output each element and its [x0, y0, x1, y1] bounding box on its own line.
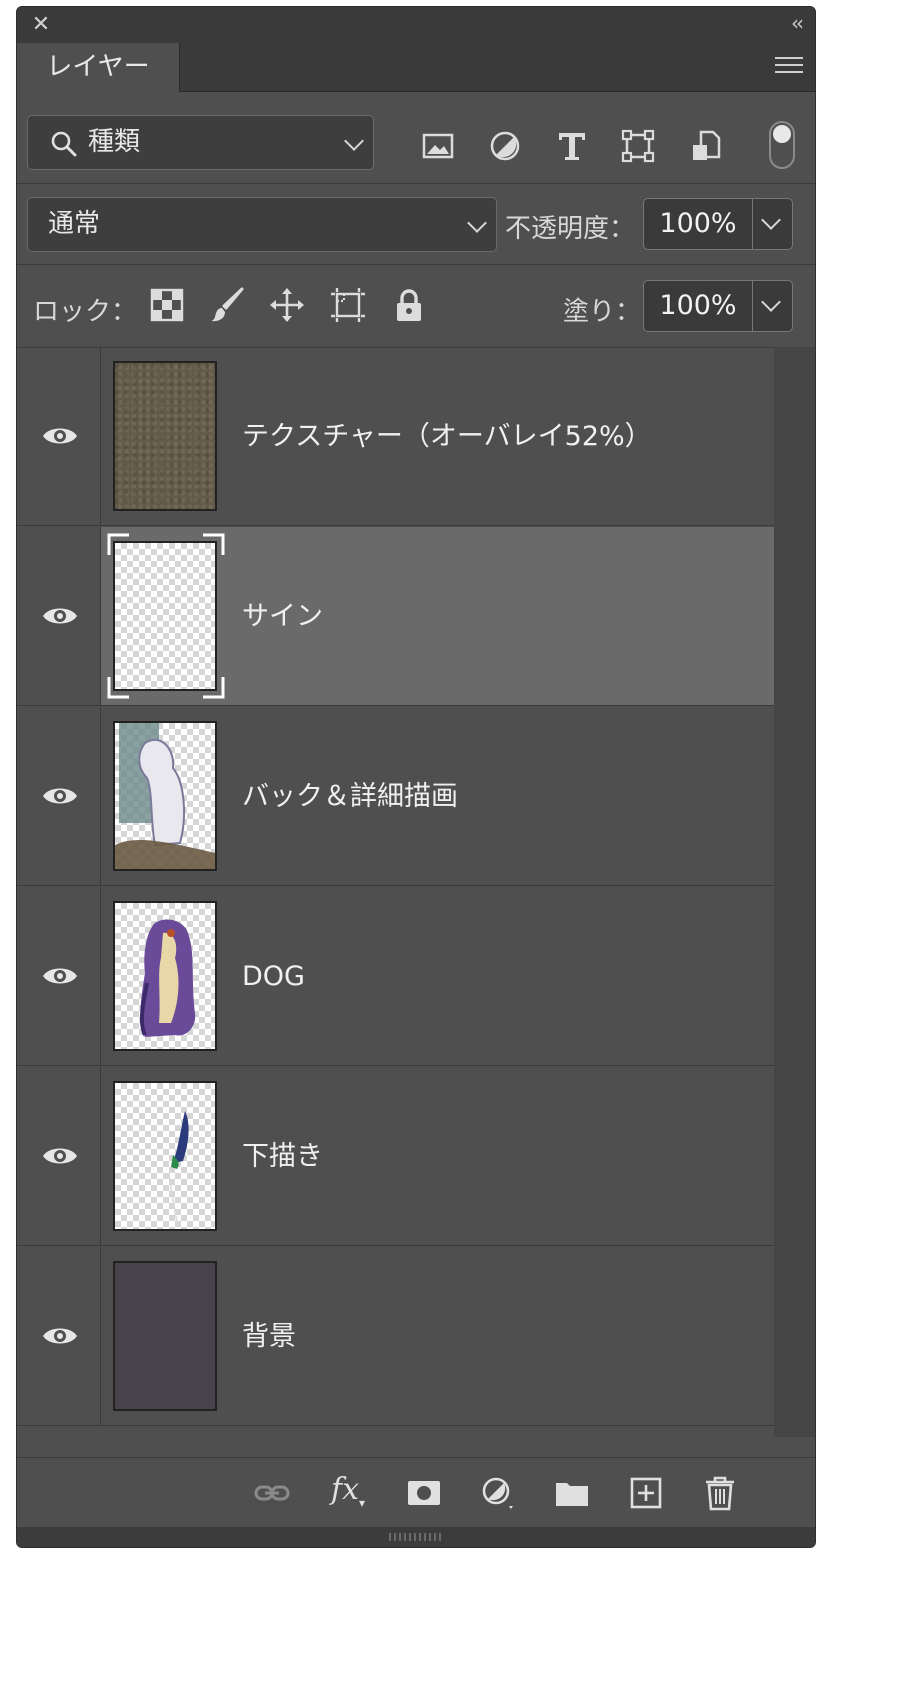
image-filter-icon[interactable]	[421, 129, 455, 163]
filter-kind-dropdown[interactable]: 種類	[27, 115, 374, 170]
visibility-toggle[interactable]	[17, 1247, 101, 1425]
layers-scrollbar[interactable]	[774, 347, 815, 1437]
layer-name[interactable]: サイン	[242, 527, 323, 706]
selection-corners-icon	[107, 533, 225, 699]
opacity-field[interactable]: 100%	[643, 198, 793, 250]
layers-list: テクスチャー（オーバレイ52%） サイン バック＆詳細描画 DOG 下描き 背景	[17, 347, 774, 1437]
close-icon[interactable]: ✕	[29, 13, 53, 37]
eye-icon[interactable]	[41, 1323, 79, 1349]
lock-position-icon[interactable]	[269, 287, 305, 323]
layer-thumbnail-background	[113, 1261, 217, 1411]
visibility-toggle[interactable]	[17, 887, 101, 1065]
layer-row[interactable]: 背景	[17, 1247, 774, 1426]
panel-titlebar: ✕ ‹‹	[17, 7, 815, 43]
fx-icon[interactable]: fx▾	[331, 1470, 365, 1523]
layer-name[interactable]: バック＆詳細描画	[242, 707, 458, 886]
lock-transparent-pixels-icon[interactable]	[149, 287, 185, 323]
lock-artboard-icon[interactable]	[330, 287, 366, 323]
lock-label: ロック：	[33, 297, 138, 327]
chevron-down-icon[interactable]	[761, 210, 781, 230]
new-adjustment-layer-icon[interactable]	[479, 1474, 517, 1512]
tab-row: レイヤー	[17, 43, 815, 92]
fill-value[interactable]: 100%	[644, 281, 753, 331]
chevron-down-icon[interactable]	[761, 292, 781, 312]
layer-row[interactable]: 下描き	[17, 1067, 774, 1246]
layer-name[interactable]: 背景	[242, 1247, 296, 1426]
lock-image-pixels-icon[interactable]	[209, 287, 245, 323]
opacity-value[interactable]: 100%	[644, 199, 753, 249]
filter-row: 種類	[17, 93, 815, 184]
delete-layer-icon[interactable]	[701, 1474, 739, 1512]
visibility-toggle[interactable]	[17, 527, 101, 705]
add-mask-icon[interactable]	[405, 1474, 443, 1512]
new-layer-icon[interactable]	[627, 1474, 665, 1512]
layer-row[interactable]: DOG	[17, 887, 774, 1066]
filter-kind-label: 種類	[88, 127, 141, 157]
layer-row[interactable]: バック＆詳細描画	[17, 707, 774, 886]
visibility-toggle[interactable]	[17, 347, 101, 525]
smart-object-filter-icon[interactable]	[689, 129, 723, 163]
eye-icon[interactable]	[41, 603, 79, 629]
fill-field[interactable]: 100%	[643, 280, 793, 332]
layer-thumbnail-draft	[113, 1081, 217, 1231]
layer-thumbnail-texture	[113, 361, 217, 511]
shape-filter-icon[interactable]	[621, 129, 655, 163]
lock-row: ロック： 塗り： 100%	[17, 265, 815, 348]
chevron-down-icon	[344, 131, 364, 151]
chevron-down-icon	[467, 213, 487, 233]
layer-row[interactable]: テクスチャー（オーバレイ52%）	[17, 347, 774, 526]
adjustment-filter-icon[interactable]	[488, 129, 522, 163]
visibility-toggle[interactable]	[17, 707, 101, 885]
search-icon	[51, 131, 77, 157]
blend-mode-label: 通常	[48, 209, 101, 239]
eye-icon[interactable]	[41, 783, 79, 809]
filter-toggle[interactable]	[769, 121, 795, 169]
collapse-icon[interactable]: ‹‹	[791, 11, 804, 35]
fill-label: 塗り：	[563, 297, 642, 327]
panel-menu-icon[interactable]	[775, 57, 803, 77]
resize-grip[interactable]	[17, 1527, 815, 1547]
layer-thumbnail-sketch	[113, 721, 217, 871]
tab-layers[interactable]: レイヤー	[17, 43, 180, 92]
layer-row-selected[interactable]: サイン	[17, 527, 774, 706]
eye-icon[interactable]	[41, 423, 79, 449]
layers-panel: ✕ ‹‹ レイヤー 種類 通常 不透明度： 100% ロック： 塗り： 100%…	[16, 6, 816, 1548]
layers-bottom-toolbar: fx▾	[17, 1457, 815, 1528]
layer-thumbnail-dog	[113, 901, 217, 1051]
layer-name[interactable]: 下描き	[242, 1067, 323, 1246]
eye-icon[interactable]	[41, 1143, 79, 1169]
layer-name[interactable]: テクスチャー（オーバレイ52%）	[242, 347, 652, 526]
lock-all-icon[interactable]	[391, 287, 427, 323]
new-group-icon[interactable]	[553, 1474, 591, 1512]
blend-mode-dropdown[interactable]: 通常	[27, 197, 497, 252]
blend-row: 通常 不透明度： 100%	[17, 184, 815, 265]
visibility-toggle[interactable]	[17, 1067, 101, 1245]
opacity-label: 不透明度：	[505, 214, 636, 244]
type-filter-icon[interactable]	[555, 129, 589, 163]
layer-name[interactable]: DOG	[242, 887, 305, 1066]
link-layers-icon[interactable]	[253, 1474, 291, 1512]
eye-icon[interactable]	[41, 963, 79, 989]
